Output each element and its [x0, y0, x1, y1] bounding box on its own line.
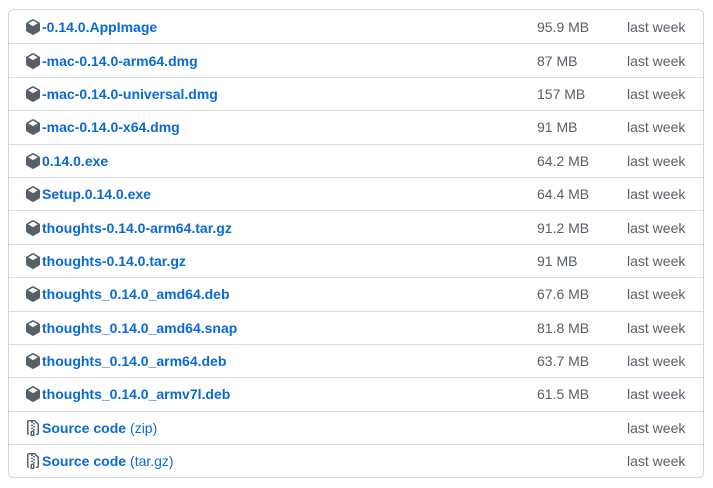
asset-name-cell: thoughts-0.14.0-arm64.tar.gz [25, 211, 232, 243]
package-icon [25, 253, 41, 269]
source-code-targz-link[interactable]: Source code [42, 453, 126, 469]
asset-date: last week [627, 186, 686, 203]
asset-date: last week [627, 18, 686, 35]
asset-download-link[interactable]: -mac-0.14.0-universal.dmg [42, 86, 218, 102]
asset-row: thoughts_0.14.0_amd64.snap 81.8 MB last … [9, 310, 703, 344]
asset-date: last week [627, 85, 686, 102]
asset-download-link[interactable]: thoughts_0.14.0_amd64.snap [42, 320, 237, 336]
asset-date: last week [627, 252, 686, 269]
source-code-format[interactable]: (zip) [130, 420, 157, 436]
asset-size: 91 MB [537, 119, 578, 136]
asset-size: 157 MB [537, 85, 586, 102]
asset-size: 61.5 MB [537, 386, 590, 403]
asset-download-link[interactable]: Setup.0.14.0.exe [42, 186, 151, 202]
asset-size: 63.7 MB [537, 353, 590, 370]
asset-download-link[interactable]: thoughts-0.14.0.tar.gz [42, 253, 186, 269]
asset-size: 64.4 MB [537, 186, 590, 203]
asset-row: -0.14.0.AppImage 95.9 MB last week [9, 10, 703, 43]
asset-row: 0.14.0.exe 64.2 MB last week [9, 143, 703, 177]
asset-size: 67.6 MB [537, 286, 590, 303]
asset-row: -mac-0.14.0-universal.dmg 157 MB last we… [9, 76, 703, 110]
asset-size: 64.2 MB [537, 152, 590, 169]
asset-date: last week [627, 353, 686, 370]
source-code-format[interactable]: (tar.gz) [130, 453, 174, 469]
asset-date: last week [627, 419, 686, 436]
package-icon [25, 353, 41, 369]
asset-size: 87 MB [537, 52, 578, 69]
package-icon [25, 319, 41, 336]
asset-size: 81.8 MB [537, 319, 590, 336]
asset-row: thoughts_0.14.0_amd64.deb 67.6 MB last w… [9, 277, 703, 310]
asset-download-link[interactable]: 0.14.0.exe [42, 153, 108, 169]
asset-date: last week [627, 52, 686, 69]
package-icon [25, 219, 41, 236]
asset-row: -mac-0.14.0-x64.dmg 91 MB last week [9, 110, 703, 143]
release-assets-list: -0.14.0.AppImage 95.9 MB last week -mac-… [8, 9, 704, 479]
asset-row: thoughts_0.14.0_arm64.deb 63.7 MB last w… [9, 343, 703, 377]
asset-name-cell: Source code (tar.gz) [25, 445, 174, 477]
asset-date: last week [627, 319, 686, 336]
asset-download-link[interactable]: thoughts_0.14.0_amd64.deb [42, 286, 230, 302]
package-icon [25, 152, 41, 169]
asset-name-cell: thoughts_0.14.0_arm64.deb [25, 345, 226, 377]
asset-date: last week [627, 119, 686, 136]
package-icon [25, 386, 41, 403]
package-icon [25, 186, 41, 202]
source-code-row: Source code (zip) last week [9, 410, 703, 444]
asset-name-cell: thoughts-0.14.0.tar.gz [25, 245, 186, 277]
asset-name-cell: Setup.0.14.0.exe [25, 178, 151, 210]
asset-name-cell: -mac-0.14.0-universal.dmg [25, 78, 218, 110]
source-code-row: Source code (tar.gz) last week [9, 444, 703, 477]
asset-date: last week [627, 453, 686, 470]
asset-name-cell: -0.14.0.AppImage [25, 10, 157, 43]
asset-size: 91.2 MB [537, 219, 590, 236]
asset-date: last week [627, 386, 686, 403]
asset-download-link[interactable]: thoughts_0.14.0_arm64.deb [42, 353, 226, 369]
package-icon [25, 52, 41, 69]
asset-date: last week [627, 152, 686, 169]
asset-download-link[interactable]: thoughts_0.14.0_armv7l.deb [42, 386, 230, 402]
asset-size: 91 MB [537, 252, 578, 269]
asset-row: thoughts-0.14.0.tar.gz 91 MB last week [9, 243, 703, 277]
asset-name-cell: thoughts_0.14.0_amd64.snap [25, 312, 237, 344]
asset-row: -mac-0.14.0-arm64.dmg 87 MB last week [9, 43, 703, 76]
asset-row: thoughts_0.14.0_armv7l.deb 61.5 MB last … [9, 377, 703, 410]
asset-date: last week [627, 219, 686, 236]
asset-date: last week [627, 286, 686, 303]
asset-size: 95.9 MB [537, 18, 590, 35]
asset-name-cell: -mac-0.14.0-x64.dmg [25, 111, 180, 143]
asset-name-cell: Source code (zip) [25, 412, 157, 444]
asset-row: Setup.0.14.0.exe 64.4 MB last week [9, 176, 703, 210]
package-icon [25, 86, 41, 102]
asset-download-link[interactable]: -mac-0.14.0-arm64.dmg [42, 53, 198, 69]
file-zip-icon [25, 419, 41, 436]
package-icon [25, 119, 41, 136]
package-icon [25, 286, 41, 303]
asset-download-link[interactable]: -0.14.0.AppImage [42, 19, 157, 35]
package-icon [25, 18, 41, 35]
asset-row: thoughts-0.14.0-arm64.tar.gz 91.2 MB las… [9, 210, 703, 243]
file-zip-icon [25, 453, 41, 470]
asset-download-link[interactable]: thoughts-0.14.0-arm64.tar.gz [42, 220, 232, 236]
asset-download-link[interactable]: -mac-0.14.0-x64.dmg [42, 119, 180, 135]
asset-name-cell: 0.14.0.exe [25, 145, 108, 177]
source-code-zip-link[interactable]: Source code [42, 420, 126, 436]
asset-name-cell: -mac-0.14.0-arm64.dmg [25, 44, 198, 76]
asset-name-cell: thoughts_0.14.0_amd64.deb [25, 278, 230, 310]
asset-name-cell: thoughts_0.14.0_armv7l.deb [25, 378, 230, 410]
